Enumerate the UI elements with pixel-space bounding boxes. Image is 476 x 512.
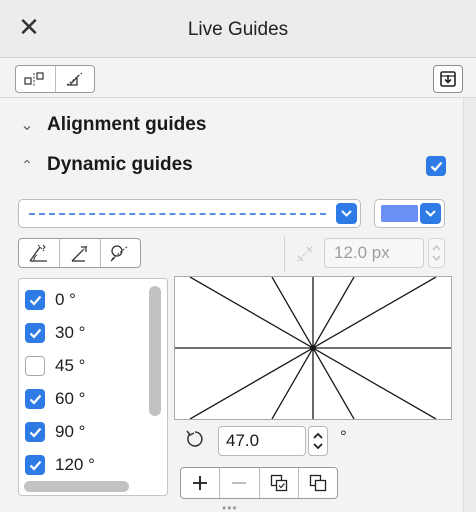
chevron-down-icon <box>336 203 357 224</box>
panel-scrollbar-track[interactable] <box>463 98 476 512</box>
remove-icon[interactable] <box>219 468 258 498</box>
angle-checkbox[interactable] <box>25 356 45 376</box>
view-toggle-group <box>15 65 95 93</box>
reset-icon[interactable] <box>297 468 337 498</box>
resize-grip-icon[interactable]: ••• <box>222 501 238 512</box>
line-style-dropdown[interactable] <box>18 199 361 228</box>
alignment-guides-icon[interactable] <box>16 66 55 92</box>
chevron-up-icon: ⌃ <box>21 156 33 173</box>
angle-label: 0 ° <box>55 290 76 309</box>
list-item[interactable]: 45 ° <box>25 353 85 379</box>
spacing-icon <box>294 243 316 265</box>
angle-list[interactable]: 0 ° 30 ° 45 ° 60 ° 90 ° 120 ° <box>18 278 168 496</box>
angle-checkbox[interactable] <box>25 323 45 343</box>
list-item[interactable]: 0 ° <box>25 287 76 313</box>
section-alignment-guides[interactable]: ⌄ Alignment guides <box>20 112 440 138</box>
list-item[interactable]: 60 ° <box>25 386 85 412</box>
list-item[interactable]: 120 ° <box>25 452 95 478</box>
rotation-stepper[interactable] <box>308 426 328 456</box>
degree-unit: ° <box>340 427 347 446</box>
guide-angle-preview <box>174 276 452 420</box>
spacing-stepper[interactable] <box>428 238 445 268</box>
angle-label: 120 ° <box>55 455 95 474</box>
guide-tool-group <box>18 238 141 268</box>
list-item[interactable]: 90 ° <box>25 419 85 445</box>
angle-label: 30 ° <box>55 323 86 342</box>
section-dynamic-guides[interactable]: ⌃ Dynamic guides <box>20 152 320 178</box>
list-item[interactable]: 30 ° <box>25 320 85 346</box>
tangent-guide-icon[interactable] <box>99 239 140 267</box>
spacing-input[interactable]: 12.0 px <box>324 238 424 268</box>
dynamic-guides-icon[interactable] <box>54 66 94 92</box>
color-swatch <box>381 205 418 222</box>
line-color-dropdown[interactable] <box>374 199 445 228</box>
angle-label: 90 ° <box>55 422 86 441</box>
save-preset-icon[interactable] <box>433 65 463 93</box>
dynamic-guides-checkbox[interactable] <box>426 156 446 176</box>
angle-label: 60 ° <box>55 389 86 408</box>
list-horizontal-scrollbar[interactable] <box>24 481 129 492</box>
extension-guide-icon[interactable] <box>59 239 99 267</box>
snap-guide-icon[interactable] <box>19 239 59 267</box>
divider <box>284 236 285 272</box>
rotate-icon <box>184 428 206 450</box>
angle-checkbox[interactable] <box>25 290 45 310</box>
close-icon[interactable]: ✕ <box>14 12 44 42</box>
window-title: Live Guides <box>187 19 289 40</box>
list-vertical-scrollbar[interactable] <box>149 286 161 416</box>
angle-label: 45 ° <box>55 356 86 375</box>
angle-checkbox[interactable] <box>25 389 45 409</box>
rotation-input[interactable]: 47.0 <box>218 426 306 456</box>
angle-checkbox[interactable] <box>25 455 45 475</box>
add-icon[interactable] <box>181 468 219 498</box>
section-label: Alignment guides <box>47 114 207 135</box>
dashed-line-preview <box>29 213 326 215</box>
angle-action-group <box>180 467 338 499</box>
angle-checkbox[interactable] <box>25 422 45 442</box>
copy-icon[interactable] <box>258 468 298 498</box>
chevron-down-icon <box>420 203 441 224</box>
chevron-down-icon: ⌄ <box>20 117 34 134</box>
section-label: Dynamic guides <box>47 154 193 175</box>
